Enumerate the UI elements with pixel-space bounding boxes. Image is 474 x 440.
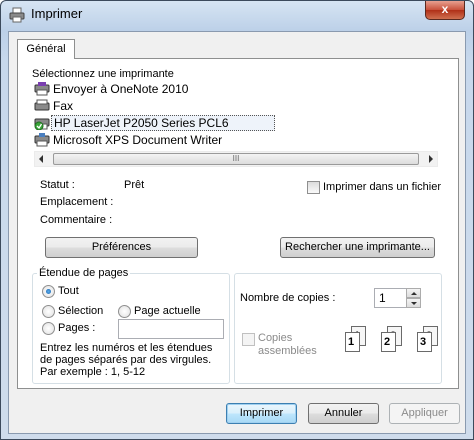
printer-list-scrollbar[interactable]: III (34, 151, 438, 167)
printer-icon (9, 7, 25, 23)
status-value: Prêt (124, 179, 145, 191)
print-button[interactable]: Imprimer (226, 403, 297, 424)
general-tab-panel: Sélectionnez une imprimante Envoyer à On… (17, 58, 459, 389)
copies-increment-button[interactable] (406, 288, 421, 298)
pages-input[interactable] (118, 319, 224, 339)
printer-name: Envoyer à OneNote 2010 (53, 82, 189, 96)
cancel-button[interactable]: Annuler (308, 403, 379, 424)
collate-label-line1: Copies (258, 332, 293, 344)
range-all-label[interactable]: Tout (58, 285, 79, 297)
scroll-thumb[interactable]: III (53, 153, 419, 165)
printer-group-legend: Sélectionnez une imprimante (32, 68, 174, 80)
status-label: Statut : (40, 179, 75, 191)
comment-label: Commentaire : (40, 214, 113, 226)
printer-name: Fax (53, 99, 74, 113)
scroll-thumb-grip: III (232, 154, 240, 163)
find-printer-button[interactable]: Rechercher une imprimante... (280, 237, 435, 258)
range-all-radio[interactable] (42, 285, 55, 298)
range-current-page-radio[interactable] (118, 305, 131, 318)
location-label: Emplacement : (40, 196, 114, 208)
scroll-right-arrow-icon[interactable] (429, 155, 433, 163)
default-printer-icon (34, 118, 50, 130)
collate-page: 3 (417, 332, 432, 352)
close-button[interactable]: x (425, 1, 465, 20)
printer-name: Microsoft XPS Document Writer (53, 133, 223, 147)
fax-printer-icon (34, 99, 50, 111)
scroll-left-arrow-icon[interactable] (39, 155, 43, 163)
collate-checkbox[interactable] (242, 333, 255, 346)
range-selection-label[interactable]: Sélection (58, 305, 103, 317)
print-to-file-label[interactable]: Imprimer dans un fichier (323, 181, 441, 193)
xps-printer-icon (34, 133, 50, 147)
print-dialog-window: Imprimer x Général Sélectionnez une impr… (0, 0, 474, 440)
print-to-file-checkbox[interactable] (307, 181, 320, 194)
collate-page: 2 (381, 332, 396, 352)
collate-page: 1 (345, 332, 360, 352)
copies-count-label: Nombre de copies : (240, 292, 336, 304)
tab-general[interactable]: Général (17, 39, 75, 59)
collate-label-line2: assemblées (258, 345, 317, 357)
apply-button[interactable]: Appliquer (389, 403, 460, 424)
printer-list[interactable]: Envoyer à OneNote 2010 Fax HP LaserJet P… (34, 81, 438, 149)
printer-name: HP LaserJet P2050 Series PCL6 (51, 115, 275, 131)
title-bar[interactable]: Imprimer x (1, 1, 473, 29)
copies-count-input[interactable]: 1 (374, 288, 408, 308)
range-selection-radio[interactable] (42, 305, 55, 318)
dialog-client-area: Général Sélectionnez une imprimante Envo… (8, 31, 466, 434)
range-pages-label[interactable]: Pages : (58, 322, 95, 334)
onenote-printer-icon (34, 82, 50, 96)
pages-help-text: Entrez les numéros et les étendues de pa… (40, 342, 213, 378)
copies-decrement-button[interactable] (406, 298, 421, 308)
page-range-legend: Étendue de pages (37, 267, 131, 279)
window-title: Imprimer (31, 6, 83, 21)
preferences-button[interactable]: Préférences (45, 237, 198, 258)
range-pages-radio[interactable] (42, 322, 55, 335)
range-current-page-label[interactable]: Page actuelle (134, 305, 201, 317)
